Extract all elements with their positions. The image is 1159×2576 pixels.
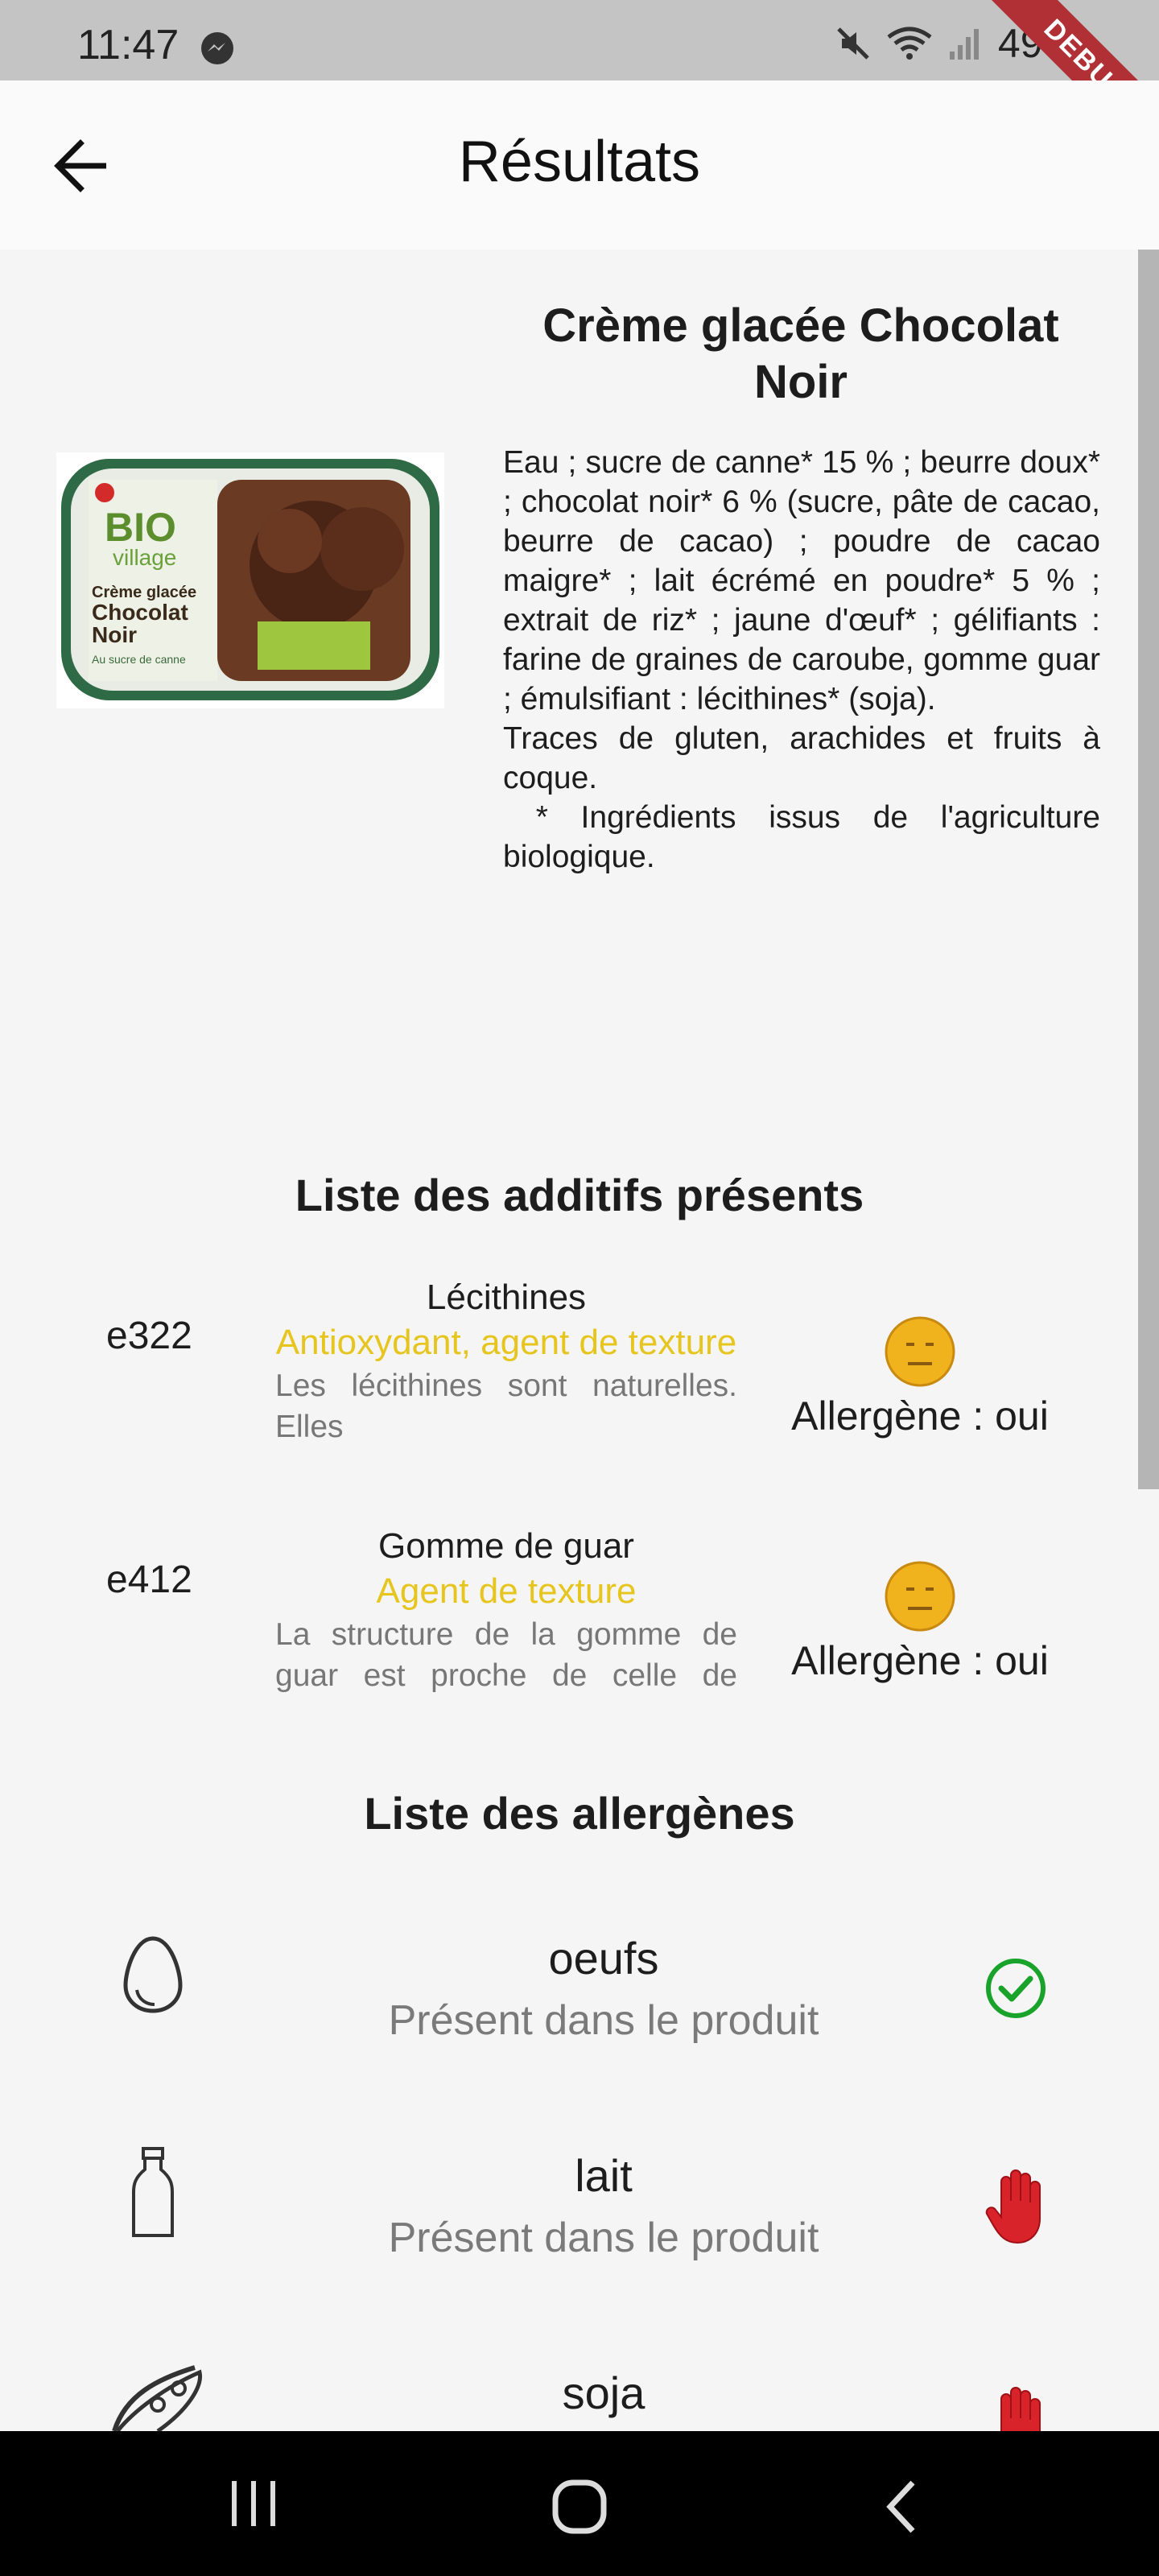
neutral-face-icon xyxy=(885,1561,955,1632)
additive-item[interactable]: Lécithines Antioxydant, agent de texture… xyxy=(275,1275,737,1447)
status-bar: 11:47 49% DEBUG xyxy=(0,0,1159,181)
product-image-line2: Chocolat xyxy=(92,600,188,625)
allergen-name: oeufs xyxy=(548,1933,659,1984)
app-bar: Résultats xyxy=(0,80,1159,250)
product-image-brand-sub: village xyxy=(113,545,176,570)
wifi-icon xyxy=(887,27,932,60)
additive-name: Gomme de guar xyxy=(378,1526,634,1566)
page-title: Résultats xyxy=(458,130,701,194)
allergen-status: Présent dans le produit xyxy=(388,1997,819,2044)
egg-icon xyxy=(123,1936,183,2013)
scrollbar[interactable] xyxy=(1138,250,1159,1489)
ingredients-traces: Traces de gluten, arachides et fruits à … xyxy=(503,721,1100,795)
additive-description: La structure de la gomme de guar est pro… xyxy=(275,1617,737,1693)
product-name: Crème glacée Chocolat Noir xyxy=(542,299,1059,408)
additive-description: Les lécithines sont naturelles. Elles xyxy=(275,1368,737,1444)
allergen-name: lait xyxy=(575,2150,633,2201)
product-image-line3: Noir xyxy=(92,622,137,647)
stop-hand-icon xyxy=(1000,2387,1041,2431)
ingredients-list: Eau ; sucre de canne* 15 % ; beurre doux… xyxy=(503,445,1100,716)
additive-name: Lécithines xyxy=(426,1278,587,1317)
home-icon[interactable] xyxy=(551,2478,608,2536)
signal-icon xyxy=(949,29,979,60)
allergen-name: soja xyxy=(562,2368,645,2418)
additive-function: Agent de texture xyxy=(376,1571,637,1611)
product-image-line4: Au sucre de canne xyxy=(92,653,186,666)
milk-bottle-icon xyxy=(132,2147,174,2237)
product-image-brand: BIO xyxy=(105,505,176,550)
mute-icon xyxy=(837,27,869,60)
additives-title: Liste des additifs présents xyxy=(295,1170,864,1220)
back-icon[interactable] xyxy=(882,2478,921,2536)
soy-pod-icon xyxy=(112,2365,202,2431)
status-time: 11:47 xyxy=(77,22,179,68)
product-image-line1: Crème glacée xyxy=(92,584,196,601)
navigation-bar xyxy=(0,2431,1159,2576)
additive-item[interactable]: Gomme de guar Agent de texture La struct… xyxy=(275,1524,737,1696)
stop-hand-icon xyxy=(985,2169,1041,2244)
allergen-status: Présent dans le produit xyxy=(388,2215,819,2261)
additive-code: e322 xyxy=(106,1315,192,1357)
neutral-face-icon xyxy=(885,1316,955,1387)
additive-allergen: Allergène : oui xyxy=(791,1638,1049,1683)
recent-apps-icon[interactable] xyxy=(227,2478,280,2529)
allergens-title: Liste des allergènes xyxy=(364,1788,795,1839)
additive-allergen: Allergène : oui xyxy=(791,1393,1049,1439)
product-image: BIO village Crème glacée Chocolat Noir A… xyxy=(56,452,444,708)
ingredients-text: Eau ; sucre de canne* 15 % ; beurre doux… xyxy=(503,443,1100,877)
check-circle-icon xyxy=(986,1959,1046,2018)
additive-code: e412 xyxy=(106,1558,192,1601)
ingredients-note: * Ingrédients issus de l'agriculture bio… xyxy=(503,800,1109,874)
messenger-icon xyxy=(201,32,233,64)
additive-function: Antioxydant, agent de texture xyxy=(275,1323,737,1362)
